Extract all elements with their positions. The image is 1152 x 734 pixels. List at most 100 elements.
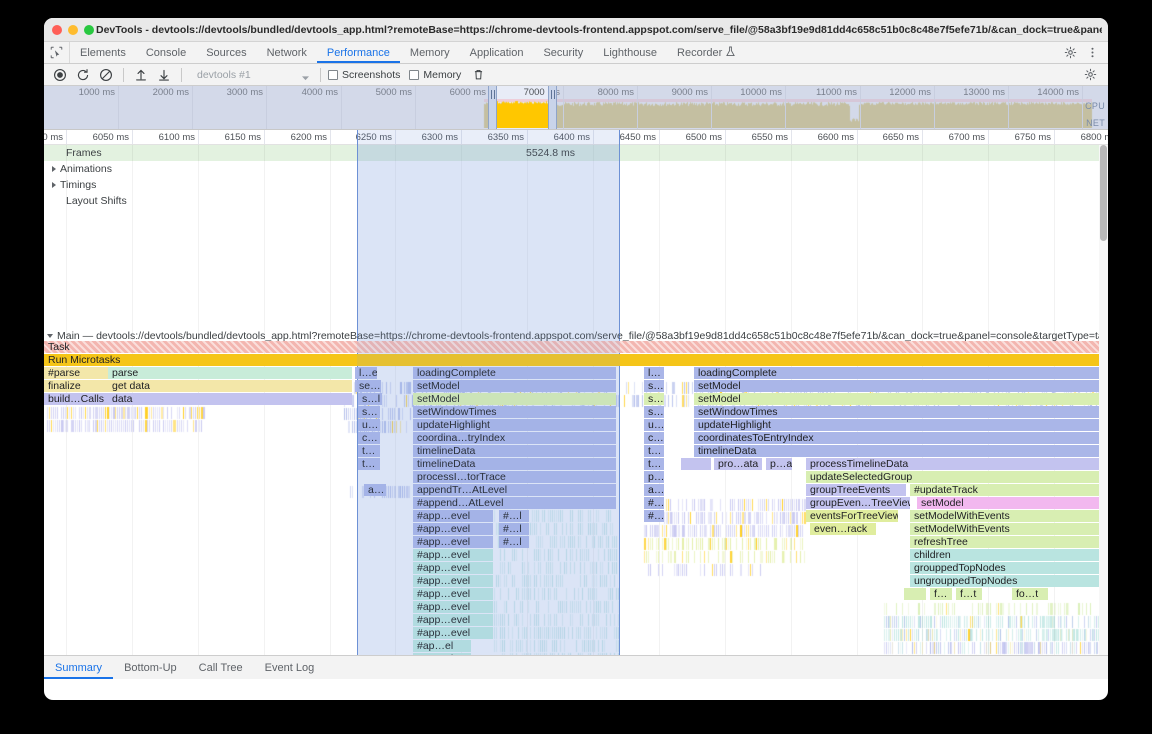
flame-bar[interactable]: setWindowTimes bbox=[413, 406, 616, 418]
flame-bar[interactable]: #app…evel bbox=[413, 536, 493, 548]
flame-bar[interactable]: finalize bbox=[44, 380, 108, 392]
flame-bar[interactable]: setModel bbox=[413, 393, 616, 405]
tab-recorder[interactable]: Recorder bbox=[667, 42, 745, 63]
flame-bar[interactable]: #app…evel bbox=[413, 614, 493, 626]
flame-bar[interactable]: a… bbox=[644, 484, 664, 496]
flame-bar[interactable]: setModel bbox=[694, 380, 1108, 392]
flame-bar[interactable]: data bbox=[108, 393, 352, 405]
timeline-overview[interactable]: 1000 ms2000 ms3000 ms4000 ms5000 ms6000 … bbox=[44, 86, 1108, 130]
tab-network[interactable]: Network bbox=[257, 42, 317, 63]
flame-bar[interactable]: setModelWithEvents bbox=[910, 523, 1108, 535]
tab-memory[interactable]: Memory bbox=[400, 42, 460, 63]
flame-bar[interactable]: #…l bbox=[499, 536, 529, 548]
flame-bar[interactable]: eventsForTreeView bbox=[806, 510, 898, 522]
flame-bar[interactable]: fo…t bbox=[1012, 588, 1048, 600]
flame-bar[interactable]: pro…ata bbox=[714, 458, 762, 470]
flame-bar[interactable]: #…l bbox=[499, 510, 529, 522]
flame-bar[interactable]: s… bbox=[644, 393, 664, 405]
flame-bar[interactable]: setModelWithEvents bbox=[910, 510, 1108, 522]
flame-bar[interactable]: c… bbox=[644, 432, 664, 444]
flame-bar[interactable]: a… bbox=[364, 484, 386, 496]
record-circle-icon[interactable] bbox=[50, 65, 70, 85]
flame-bar[interactable]: coordinatesToEntryIndex bbox=[694, 432, 1108, 444]
flame-bar[interactable]: #app…evel bbox=[413, 510, 493, 522]
flame-bar[interactable]: #app…evel bbox=[413, 627, 493, 639]
flame-bar[interactable]: setModel bbox=[694, 393, 1108, 405]
overview-left-handle[interactable] bbox=[488, 86, 497, 129]
flame-bar[interactable]: parse bbox=[108, 367, 352, 379]
minimize-window-button[interactable] bbox=[68, 25, 78, 35]
flame-bar[interactable]: coordina…tryIndex bbox=[413, 432, 616, 444]
flame-bar[interactable]: #app…evel bbox=[413, 562, 493, 574]
flame-bar[interactable]: groupEven…TreeView bbox=[806, 497, 910, 509]
flame-bar[interactable]: timelineData bbox=[694, 445, 1108, 457]
tab-lighthouse[interactable]: Lighthouse bbox=[593, 42, 667, 63]
overview-right-handle[interactable] bbox=[548, 86, 557, 129]
tab-elements[interactable]: Elements bbox=[70, 42, 136, 63]
kebab-menu-icon[interactable] bbox=[1082, 43, 1102, 63]
flame-bar[interactable]: processTimelineData bbox=[806, 458, 1108, 470]
flame-bar[interactable]: updateHighlight bbox=[694, 419, 1108, 431]
flame-bar[interactable]: processI…torTrace bbox=[413, 471, 616, 483]
flame-bar[interactable]: setModel bbox=[917, 497, 1108, 509]
flame-bar[interactable]: f… bbox=[930, 588, 952, 600]
flame-bar[interactable]: #… bbox=[644, 510, 664, 522]
flame-bar[interactable]: setModel bbox=[413, 380, 616, 392]
details-tab-bottom-up[interactable]: Bottom-Up bbox=[113, 656, 188, 679]
flame-bar[interactable]: #app…evel bbox=[413, 601, 493, 613]
flame-bar[interactable]: timelineData bbox=[413, 445, 616, 457]
upload-profile-icon[interactable] bbox=[131, 65, 151, 85]
window-controls[interactable] bbox=[52, 25, 94, 35]
flame-bar[interactable]: #append…AtLevel bbox=[413, 497, 616, 509]
flame-bar[interactable]: ungrouppedTopNodes bbox=[910, 575, 1108, 587]
flame-bar[interactable]: build…Calls bbox=[44, 393, 108, 405]
track-row-layout-shifts[interactable] bbox=[44, 193, 1108, 209]
flame-bar[interactable] bbox=[681, 458, 711, 470]
tab-application[interactable]: Application bbox=[460, 42, 534, 63]
flame-bar[interactable]: #app…evel bbox=[413, 575, 493, 587]
flame-bar[interactable]: f…t bbox=[956, 588, 982, 600]
maximize-window-button[interactable] bbox=[84, 25, 94, 35]
flame-bar[interactable]: updateHighlight bbox=[413, 419, 616, 431]
flame-bar[interactable]: loadingComplete bbox=[413, 367, 616, 379]
flame-bar[interactable]: l…e bbox=[355, 367, 377, 379]
flame-bar[interactable]: refreshTree bbox=[910, 536, 1108, 548]
flame-bar[interactable]: setWindowTimes bbox=[694, 406, 1108, 418]
flame-bar[interactable]: u… bbox=[358, 419, 380, 431]
timeline-ruler[interactable]: 6000 ms6050 ms6100 ms6150 ms6200 ms6250 … bbox=[44, 130, 1108, 145]
details-tab-summary[interactable]: Summary bbox=[44, 656, 113, 679]
tab-performance[interactable]: Performance bbox=[317, 42, 400, 63]
flame-bar[interactable]: Run Microtasks bbox=[44, 354, 1108, 366]
gear-icon[interactable] bbox=[1060, 43, 1080, 63]
gear-icon[interactable] bbox=[1080, 65, 1100, 85]
track-row-animations[interactable] bbox=[44, 161, 1108, 177]
vertical-scrollbar[interactable] bbox=[1099, 145, 1108, 655]
flame-bar[interactable]: s… bbox=[644, 406, 664, 418]
flame-bar[interactable]: #parse bbox=[44, 367, 108, 379]
trash-icon[interactable] bbox=[468, 65, 488, 85]
flame-bar[interactable]: #… bbox=[644, 497, 664, 509]
flame-bar[interactable]: #…l bbox=[499, 523, 529, 535]
tab-console[interactable]: Console bbox=[136, 42, 196, 63]
flame-bar[interactable]: u… bbox=[644, 419, 664, 431]
flame-bar[interactable]: c… bbox=[358, 432, 380, 444]
memory-checkbox[interactable]: Memory bbox=[409, 69, 461, 81]
tab-sources[interactable]: Sources bbox=[196, 42, 256, 63]
flame-bar[interactable]: get data bbox=[108, 380, 352, 392]
session-select[interactable]: devtools #1 bbox=[189, 66, 313, 83]
flame-bar[interactable]: #ap…el bbox=[413, 640, 471, 652]
flame-bar[interactable]: appendTr…AtLevel bbox=[413, 484, 616, 496]
flame-bar[interactable]: l… bbox=[644, 367, 664, 379]
flame-bar[interactable]: t… bbox=[644, 445, 664, 457]
flame-bar[interactable]: t… bbox=[358, 445, 380, 457]
flame-bar[interactable]: se…l bbox=[355, 380, 381, 392]
flame-bar[interactable]: loadingComplete bbox=[694, 367, 1108, 379]
reload-record-icon[interactable] bbox=[73, 65, 93, 85]
inspect-element-icon[interactable] bbox=[44, 42, 70, 63]
flame-bar[interactable]: grouppedTopNodes bbox=[910, 562, 1108, 574]
flame-bar[interactable]: #app…evel bbox=[413, 549, 493, 561]
details-tab-call-tree[interactable]: Call Tree bbox=[188, 656, 254, 679]
flame-bar[interactable] bbox=[904, 588, 926, 600]
flame-bar[interactable]: p…a bbox=[766, 458, 792, 470]
flame-bar[interactable]: t… bbox=[644, 458, 664, 470]
